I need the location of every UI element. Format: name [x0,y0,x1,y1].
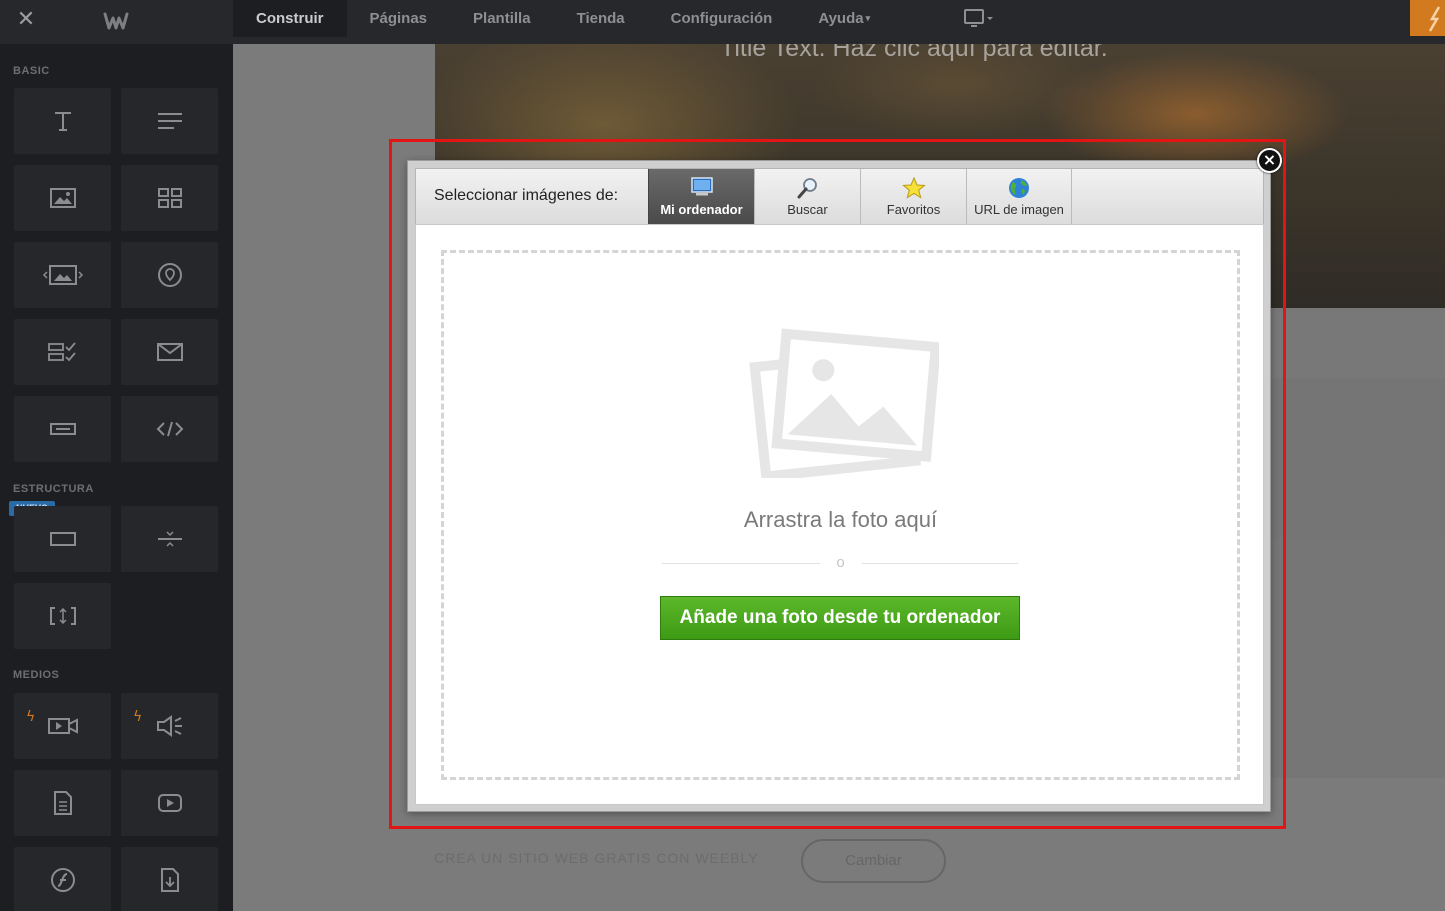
embed-code-icon [156,421,183,437]
tool-section[interactable] [14,506,111,572]
tool-flash[interactable] [14,847,111,911]
tool-form[interactable] [14,319,111,385]
paragraph-icon [157,113,182,129]
photo-dropzone[interactable]: Arrastra la foto aquí o Añade una foto d… [441,250,1240,780]
tab-buscar[interactable]: Buscar [754,169,860,224]
tab-label: URL de imagen [974,202,1064,217]
tab-label: Favoritos [886,202,941,217]
tool-spacer[interactable] [14,583,111,649]
slideshow-icon [42,265,83,285]
nav-construir[interactable]: Construir [233,0,347,37]
image-source-tabs: Seleccionar imágenes de: Mi ordenador Bu… [415,168,1264,224]
tool-paragraph[interactable] [121,88,218,154]
tool-contact-form[interactable] [121,319,218,385]
nav-plantilla[interactable]: Plantilla [450,0,554,37]
footer-change-button[interactable]: Cambiar [801,839,946,883]
tool-text[interactable] [14,88,111,154]
document-icon [53,791,72,815]
text-icon [54,112,71,131]
spacer-icon [49,607,76,625]
tool-youtube[interactable] [121,770,218,836]
nav-configuracion[interactable]: Configuración [648,0,796,37]
section-label-media: MEDIOS [13,669,60,681]
top-bar: ✕ Construir Páginas Plantilla Tienda Con… [0,0,1445,44]
magnifier-icon [797,178,817,199]
map-icon [157,263,182,287]
form-icon [47,342,76,362]
tool-embed-code[interactable] [121,396,218,462]
select-images-label: Seleccionar imágenes de: [434,187,619,204]
hero-title-text[interactable]: Title Text. Haz clic aquí para editar. [720,44,1108,63]
elements-sidebar: BASIC ESTRUCTURA NUEVO MEDIOS ϟ [0,44,233,911]
tab-label: Mi ordenador [660,202,743,217]
image-icon [49,188,76,208]
tool-slideshow[interactable] [14,242,111,308]
divider-icon [157,531,182,547]
tab-mi-ordenador[interactable]: Mi ordenador [648,169,754,224]
file-icon [160,868,179,892]
star-icon [901,177,926,199]
tool-gallery[interactable] [121,165,218,231]
image-picker-dialog: Seleccionar imágenes de: Mi ordenador Bu… [407,160,1271,812]
section-label-basic: BASIC [13,65,50,77]
or-separator-text: o [836,554,845,571]
nav-paginas[interactable]: Páginas [347,0,451,37]
upload-from-computer-button[interactable]: Añade una foto desde tu ordenador [660,596,1020,640]
drop-instruction-text: Arrastra la foto aquí [743,507,938,532]
section-label-structure: ESTRUCTURA [13,483,94,495]
photo-placeholder-icon [749,328,939,478]
premium-bolt-icon: ϟ [26,709,36,725]
tool-map[interactable] [121,242,218,308]
premium-bolt-icon: ϟ [133,709,143,725]
video-icon [47,718,78,734]
tool-audio[interactable]: ϟ [121,693,218,759]
tool-divider[interactable] [121,506,218,572]
main-nav: Construir Páginas Plantilla Tienda Confi… [233,0,893,38]
globe-icon [1009,178,1029,198]
device-monitor-icon[interactable] [962,6,998,32]
lightning-icon [1428,6,1441,32]
audio-icon [156,715,182,737]
chevron-down-icon: ▾ [865,13,871,23]
tab-url-de-imagen[interactable]: URL de imagen [966,169,1072,224]
footer-credit-text: CREA UN SITIO WEB GRATIS CON WEEBLY [434,850,759,866]
upgrade-button[interactable] [1410,0,1445,36]
tool-video[interactable]: ϟ [14,693,111,759]
dialog-close-icon[interactable]: × [1257,148,1282,173]
tool-document[interactable] [14,770,111,836]
section-icon [49,532,76,546]
contact-form-icon [156,343,183,361]
upload-panel: Arrastra la foto aquí o Añade una foto d… [415,224,1264,805]
weebly-logo-icon [103,12,129,30]
tool-image[interactable] [14,165,111,231]
tool-button[interactable] [14,396,111,462]
nav-ayuda[interactable]: Ayuda ▾ [795,0,893,37]
or-divider-right [862,563,1018,564]
nav-tienda[interactable]: Tienda [554,0,648,37]
close-editor-icon[interactable]: ✕ [14,8,38,32]
gallery-icon [157,188,182,208]
computer-icon [690,177,713,196]
tab-label: Buscar [787,202,828,217]
youtube-icon [157,794,182,812]
tab-favoritos[interactable]: Favoritos [860,169,966,224]
flash-icon [50,868,75,892]
tool-file[interactable] [121,847,218,911]
nav-ayuda-label: Ayuda [818,10,864,27]
button-icon [49,423,76,435]
